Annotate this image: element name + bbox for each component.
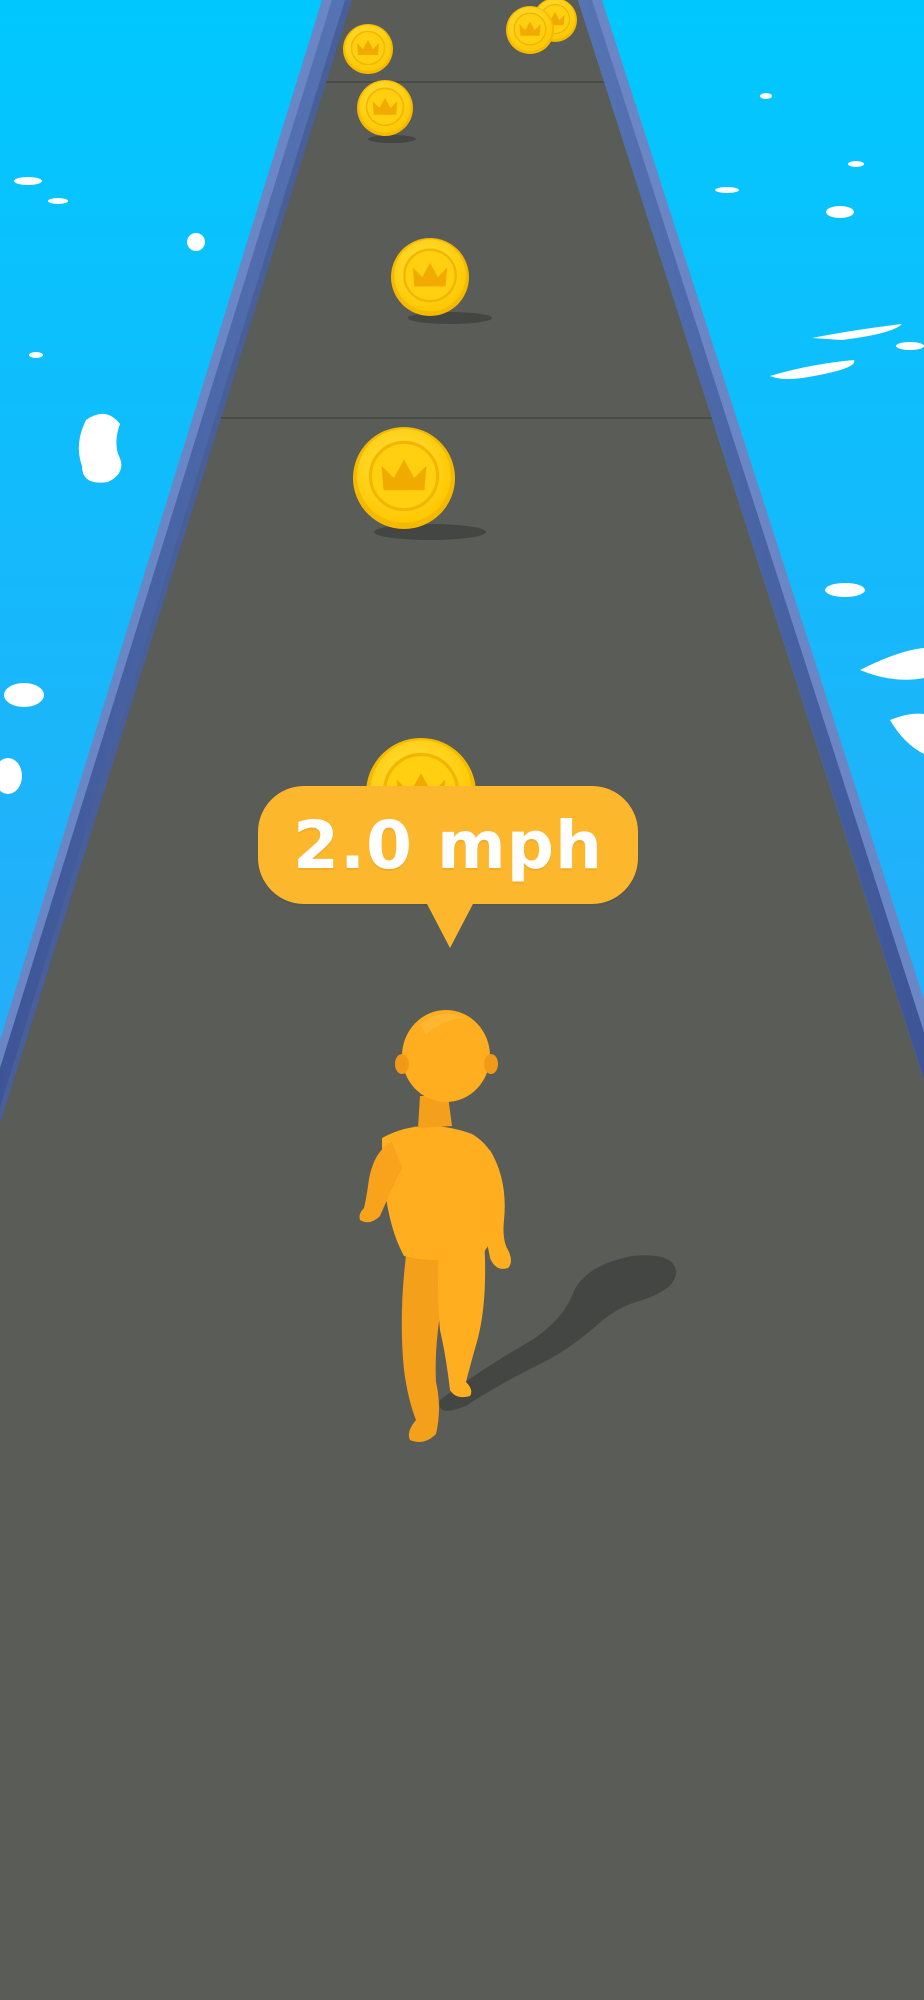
- coin-near: [351, 425, 457, 531]
- game-scene[interactable]: [0, 0, 924, 2000]
- speed-bubble-pointer: [426, 902, 474, 948]
- coin-far-3: [505, 5, 555, 55]
- speed-indicator-bubble: 2.0 mph: [258, 786, 638, 904]
- coin-far-1: [342, 23, 394, 75]
- coin-mid: [389, 236, 471, 318]
- speed-label: 2.0 mph: [293, 806, 603, 884]
- coin-far-4: [356, 79, 414, 137]
